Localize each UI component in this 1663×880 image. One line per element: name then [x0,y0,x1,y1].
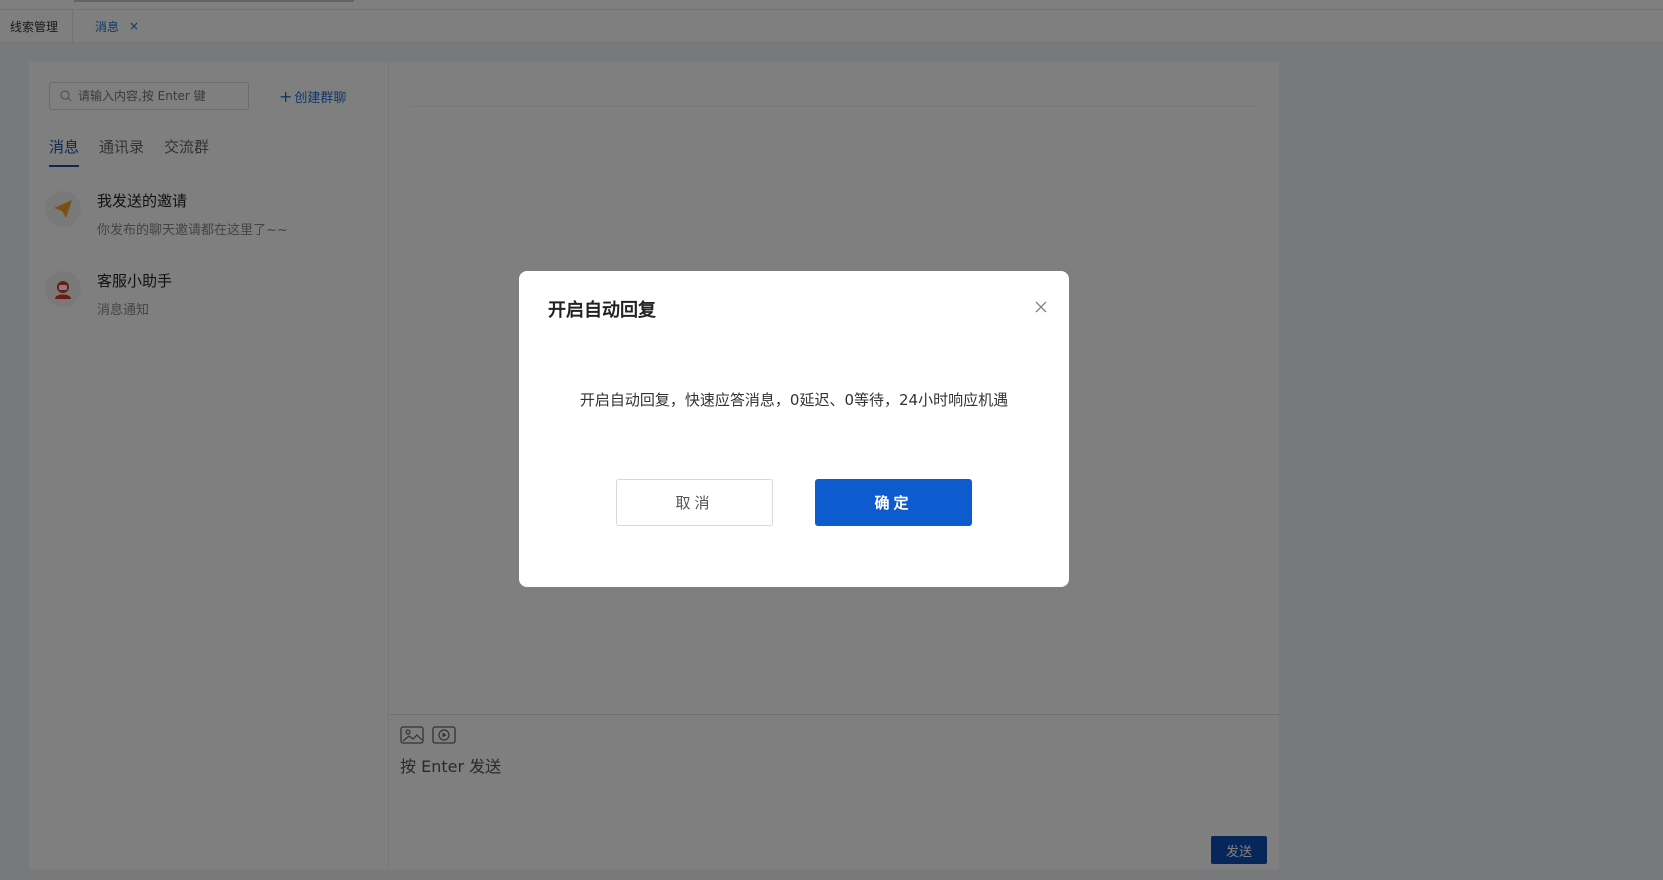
dialog-title: 开启自动回复 [548,300,656,321]
dialog-message: 开启自动回复，快速应答消息，0延迟、0等待，24小时响应机遇 [579,391,1009,409]
confirm-button[interactable]: 确定 [815,479,972,526]
cancel-button[interactable]: 取消 [616,479,773,526]
auto-reply-dialog: 开启自动回复 开启自动回复，快速应答消息，0延迟、0等待，24小时响应机遇 取消… [519,271,1069,587]
close-icon[interactable] [1033,299,1049,315]
